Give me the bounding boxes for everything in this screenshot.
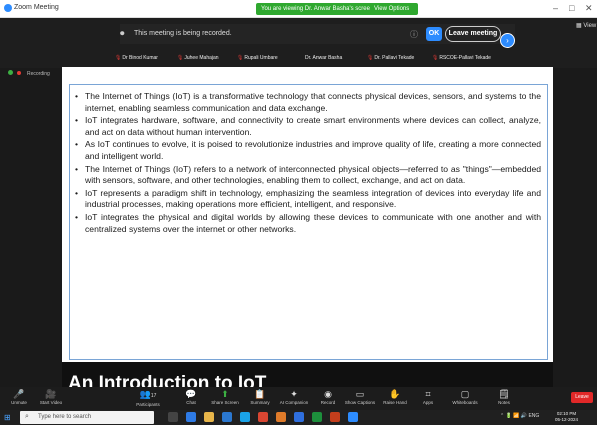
next-slide-preview: An Introduction to IoT [62,362,553,387]
store-icon[interactable] [240,412,250,422]
file-explorer-icon[interactable] [204,412,214,422]
slide-content-box: The Internet of Things (IoT) is a transf… [69,84,548,360]
system-tray[interactable]: ⌃ 🔋 📶 🔊 ENG [500,413,539,419]
raise-hand-button[interactable]: ✋ Raise Hand [380,389,410,405]
participant-tile[interactable]: 🎙Rupali Umbare [237,55,278,61]
taskbar-search-input[interactable]: ⌕ Type here to search [20,411,154,424]
excel-icon[interactable] [312,412,322,422]
close-button[interactable]: ✕ [585,3,593,14]
muted-mic-icon: 🎙 [367,55,374,61]
ai-companion-button[interactable]: ✦ AI Companion [276,389,312,405]
participant-tile[interactable]: Dr. Anwar Basha [305,55,342,61]
participant-tile[interactable]: 🎙Dr. Pallavi Tekade [367,55,414,61]
shared-screen-slide: The Internet of Things (IoT) is a transf… [62,67,553,387]
app-icon[interactable] [276,412,286,422]
powerpoint-icon[interactable] [330,412,340,422]
bullet-list: The Internet of Things (IoT) is a transf… [75,91,541,236]
next-page-icon[interactable]: › [500,33,515,48]
window-title: Zoom Meeting [14,4,59,11]
window-title-bar: Zoom Meeting You are viewing Dr. Anwar B… [0,0,597,24]
leave-button[interactable]: Leave [571,392,593,403]
muted-mic-icon: 🎙 [177,55,184,61]
apps-button[interactable]: ⌗ Apps [418,389,438,405]
participants-button[interactable]: 👥17 Participants [130,389,166,407]
search-placeholder: Type here to search [38,414,92,420]
notes-button[interactable]: 🗒 Notes [492,389,516,405]
taskbar-clock[interactable]: 02:10 PM 05-12-2024 [555,411,578,423]
whiteboard-icon: ▢ [460,389,470,399]
windows-taskbar: ⊞ ⌕ Type here to search ⌃ 🔋 📶 🔊 ENG 02:1… [0,410,597,425]
mail-icon[interactable] [222,412,232,422]
edge-icon[interactable] [186,412,196,422]
share-screen-icon: ⬆ [221,389,229,399]
participant-strip: 🎙Dr Binod Kumar 🎙Juhee Mahajan 🎙Rupali U… [115,55,515,65]
chat-button[interactable]: 💬 Chat [178,389,204,405]
summary-button[interactable]: 📋 Summary [246,389,274,405]
view-options-button[interactable]: View Options ⌄ [370,3,418,24]
slide-title: An Introduction to IoT [68,373,267,387]
apps-icon: ⌗ [425,389,431,399]
task-view-icon[interactable] [168,412,178,422]
meeting-top-bar: ⏺ This meeting is being recorded. ⓘ OK L… [0,18,597,68]
raise-hand-icon: ✋ [389,389,401,399]
record-icon: ◉ [324,389,332,399]
clock-date: 05-12-2024 [555,417,579,422]
microphone-icon: 🎤 [13,389,25,399]
bullet-item: IoT integrates hardware, software, and c… [75,115,541,138]
recording-banner: ⏺ This meeting is being recorded. ⓘ OK L… [120,24,515,44]
bullet-item: IoT integrates the physical and digital … [75,212,541,235]
ok-button[interactable]: OK [426,27,442,41]
chat-icon: 💬 [185,389,197,399]
participants-icon: 👥17 [139,389,157,399]
unmute-button[interactable]: 🎤 Unmute [4,389,34,405]
windows-start-icon[interactable]: ⊞ [4,413,11,422]
recording-banner-text: This meeting is being recorded. [134,30,232,37]
zoom-app-icon [4,4,12,12]
bullet-item: As IoT continues to evolve, it is poised… [75,139,541,162]
muted-mic-icon: 🎙 [115,55,122,61]
ai-companion-icon: ✦ [290,389,298,399]
bullet-item: IoT represents a paradigm shift in techn… [75,188,541,211]
muted-mic-icon: 🎙 [432,55,439,61]
summary-icon: 📋 [254,389,266,399]
notes-icon: 🗒 [498,389,510,399]
bullet-item: The Internet of Things (IoT) refers to a… [75,164,541,187]
search-icon: ⌕ [25,413,29,420]
share-screen-button[interactable]: ⬆ Share Screen [208,389,242,405]
participant-tile[interactable]: 🎙Juhee Mahajan [177,55,219,61]
captions-icon: ▭ [355,389,365,399]
info-icon[interactable]: ⓘ [410,29,418,40]
minimize-button[interactable]: – [553,3,558,13]
bullet-item: The Internet of Things (IoT) is a transf… [75,91,541,114]
recording-indicator: Recording [8,70,50,77]
chrome-icon[interactable] [258,412,268,422]
zoom-taskbar-icon[interactable] [348,412,358,422]
participant-tile[interactable]: 🎙Dr Binod Kumar [115,55,158,61]
video-icon: 🎥 [45,389,57,399]
meeting-toolbar: 🎤 Unmute 🎥 Start Video 👥17 Participants 💬 Ch… [0,387,597,410]
whiteboards-button[interactable]: ▢ Whiteboards [448,389,482,405]
start-video-button[interactable]: 🎥 Start Video [34,389,68,405]
leave-meeting-button[interactable]: Leave meeting [445,26,501,42]
record-button[interactable]: ◉ Record [316,389,340,405]
record-dot-icon [17,71,21,75]
show-captions-button[interactable]: ▭ Show Captions [342,389,378,405]
muted-mic-icon: 🎙 [237,55,244,61]
security-shield-icon [8,70,13,75]
maximize-button[interactable]: □ [569,3,574,13]
viewing-screen-badge: You are viewing Dr. Anwar Basha's screen [256,3,379,15]
view-button[interactable]: ▦ View [576,22,596,29]
app-icon[interactable] [294,412,304,422]
participant-tile[interactable]: 🎙RSCOE-Pallavi Tekade [432,55,491,61]
recording-icon: ⏺ [120,28,125,38]
